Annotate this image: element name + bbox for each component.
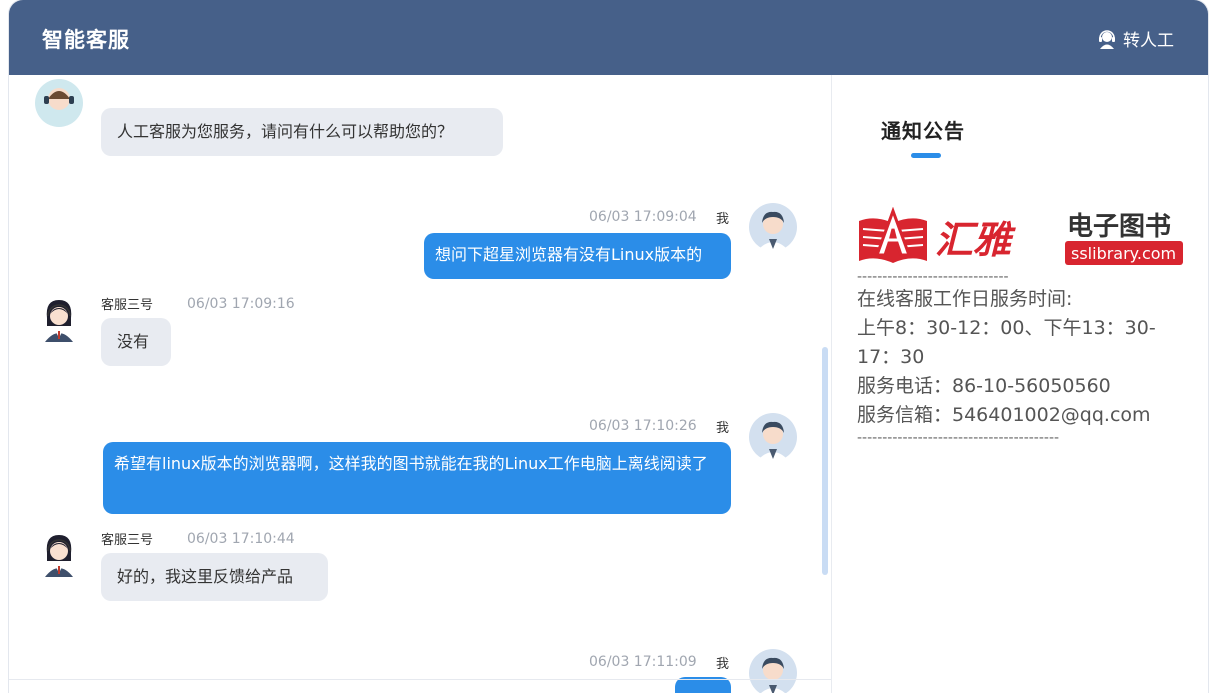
logo-brand: 汇雅 — [935, 217, 1016, 262]
agent-avatar — [35, 79, 83, 127]
chat-scrollbar[interactable] — [822, 347, 828, 575]
message-time: 06/03 17:10:44 — [187, 531, 295, 547]
notice-title: 通知公告 — [881, 119, 965, 143]
header-bar: 智能客服 转人工 — [9, 0, 1208, 75]
message-time: 06/03 17:10:26 — [589, 418, 697, 434]
chat-window: 智能客服 转人工 人工客服为您服务，请问有什么可以帮助您的？ 06/03 17:… — [9, 0, 1208, 693]
message-bubble: 想问下超星浏览器有没有Linux版本的 — [424, 233, 731, 279]
input-divider — [9, 679, 831, 680]
sslibrary-logo: 汇雅 电子图书 sslibrary.com — [857, 206, 1187, 269]
user-avatar — [749, 649, 797, 693]
notice-panel: 通知公告 汇雅 电子图书 sslibrary.com -------------… — [832, 75, 1208, 693]
message-bubble: 人工客服为您服务，请问有什么可以帮助您的？ — [101, 108, 503, 156]
notice-line-phone: 服务电话：86-10-56050560 — [857, 375, 1111, 397]
chat-panel[interactable]: 人工客服为您服务，请问有什么可以帮助您的？ 06/03 17:09:04 我 想… — [9, 75, 832, 693]
transfer-to-human-button[interactable]: 转人工 — [1097, 26, 1174, 51]
message-bubble: 希望有linux版本的浏览器啊，这样我的图书就能在我的Linux工作电脑上离线阅… — [103, 442, 731, 514]
agent-avatar — [35, 529, 83, 577]
sender-name: 客服三号 — [101, 298, 154, 313]
tab-indicator — [911, 153, 941, 158]
agent-avatar — [35, 294, 83, 342]
user-avatar — [749, 413, 797, 461]
page-title: 智能客服 — [42, 28, 130, 52]
logo-url: sslibrary.com — [1071, 244, 1176, 263]
message-time: 06/03 17:11:09 — [589, 654, 697, 670]
notice-line-email: 服务信箱：546401002@qq.com — [857, 404, 1151, 426]
message-time: 06/03 17:09:16 — [187, 296, 295, 312]
notice-line-hours: 上午8：30-12：00、下午13：30-17：30 — [857, 317, 1156, 368]
sender-name: 我 — [716, 421, 730, 436]
notice-content: ------------------------------ 在线客服工作日服务… — [857, 269, 1187, 446]
user-avatar — [749, 203, 797, 251]
notice-divider: ------------------------------ — [857, 269, 1009, 285]
transfer-label: 转人工 — [1123, 31, 1174, 51]
sender-name: 客服三号 — [101, 533, 154, 548]
sender-name: 我 — [716, 212, 730, 227]
sender-name: 我 — [716, 657, 730, 672]
notice-line-hours-title: 在线客服工作日服务时间: — [857, 288, 1073, 310]
message-time: 06/03 17:09:04 — [589, 209, 697, 225]
logo-tagline: 电子图书 — [1067, 212, 1171, 242]
headset-icon — [1099, 29, 1115, 49]
message-bubble: 没有 — [101, 318, 171, 366]
notice-divider: ---------------------------------------- — [857, 430, 1060, 446]
message-bubble: 好的，我这里反馈给产品 — [101, 553, 328, 601]
